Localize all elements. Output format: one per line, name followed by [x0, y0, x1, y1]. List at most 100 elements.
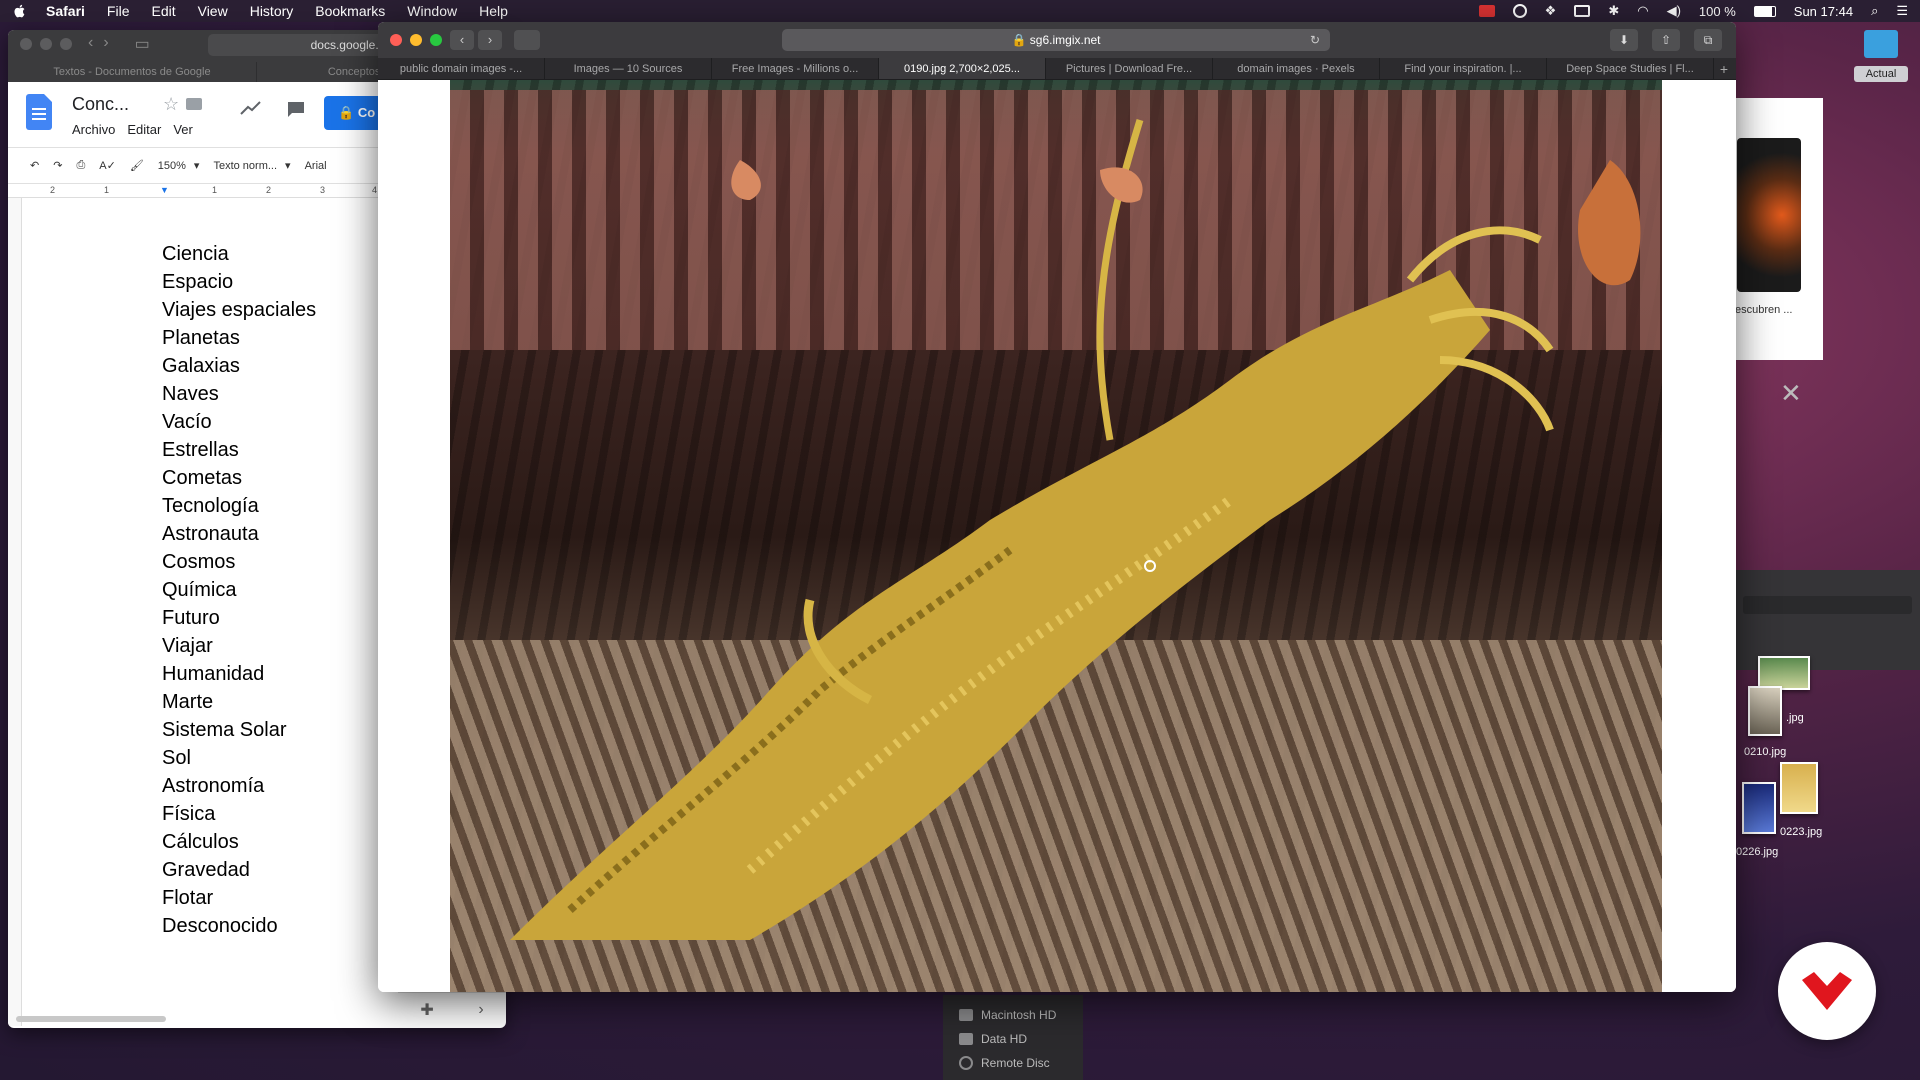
tab-free-images[interactable]: Free Images - Millions o... — [712, 58, 879, 79]
menu-history[interactable]: History — [250, 3, 294, 19]
minimize-button[interactable] — [410, 34, 422, 46]
finder-item-macintosh-hd[interactable]: Macintosh HD — [959, 1003, 1083, 1027]
sidebar-icon[interactable]: ▭ — [135, 34, 150, 54]
list-item[interactable]: Planetas — [162, 324, 316, 352]
desktop-file-label[interactable]: 0223.jpg — [1780, 826, 1822, 838]
menu-view[interactable]: View — [198, 3, 228, 19]
spotlight-icon[interactable]: ⌕ — [1871, 3, 1878, 19]
forward-icon[interactable]: › — [103, 34, 108, 54]
new-tab-button[interactable]: + — [1714, 58, 1734, 79]
battery-icon[interactable] — [1753, 5, 1776, 17]
menu-window[interactable]: Window — [407, 3, 457, 19]
horizontal-scrollbar[interactable] — [16, 1016, 166, 1022]
desktop-file-label[interactable]: .jpg — [1786, 712, 1804, 724]
close-button[interactable] — [390, 34, 402, 46]
back-icon[interactable]: ‹ — [88, 34, 93, 54]
airplay-icon[interactable] — [1574, 5, 1591, 17]
chevron-right-icon[interactable]: › — [478, 1001, 483, 1019]
redo-icon[interactable]: ↷ — [53, 159, 62, 172]
calendar-icon[interactable] — [1478, 5, 1495, 17]
list-item[interactable]: Química — [162, 576, 316, 604]
menu-edit[interactable]: Edit — [151, 3, 175, 19]
tab-domain-images-pexels[interactable]: domain images · Pexels — [1213, 58, 1380, 79]
volume-icon[interactable]: ◀) — [1667, 3, 1681, 19]
list-item[interactable]: Física — [162, 800, 316, 828]
share-button[interactable]: ⇧ — [1652, 29, 1680, 51]
paint-format-icon[interactable]: 🖌 — [130, 159, 144, 172]
address-bar[interactable]: 🔒 sg6.imgix.net ↻ — [782, 29, 1330, 51]
tab-textos[interactable]: Textos - Documentos de Google — [8, 62, 257, 82]
microscope-image[interactable] — [450, 80, 1662, 992]
explore-icon[interactable]: ✚ — [420, 1000, 433, 1020]
style-select[interactable]: Texto norm... ▾ — [213, 159, 290, 173]
list-item[interactable]: Vacío — [162, 408, 316, 436]
tab-images-10-sources[interactable]: Images — 10 Sources — [545, 58, 712, 79]
desktop-file-label[interactable]: 0210.jpg — [1744, 746, 1786, 758]
list-item[interactable]: Humanidad — [162, 660, 316, 688]
finder-item-remote-disc[interactable]: Remote Disc — [959, 1051, 1083, 1075]
menu-editar[interactable]: Editar — [127, 122, 161, 137]
activity-trend-icon[interactable] — [240, 100, 262, 116]
document-title[interactable]: Conc... — [72, 94, 129, 115]
list-item[interactable]: Viajes espaciales — [162, 296, 316, 324]
list-item[interactable]: Astronauta — [162, 520, 316, 548]
list-item[interactable]: Galaxias — [162, 352, 316, 380]
red-heart-badge[interactable] — [1778, 942, 1876, 1040]
list-item[interactable]: Sistema Solar — [162, 716, 316, 744]
list-item[interactable]: Viajar — [162, 632, 316, 660]
tabs-overview-button[interactable]: ⧉ — [1694, 29, 1722, 51]
apple-icon[interactable] — [12, 3, 28, 19]
desktop-file-thumb[interactable] — [1742, 782, 1776, 834]
finder-item-data-hd[interactable]: Data HD — [959, 1027, 1083, 1051]
tab-0190-jpg[interactable]: 0190.jpg 2,700×2,025... — [879, 58, 1046, 79]
list-item[interactable]: Cosmos — [162, 548, 316, 576]
desktop-folder-icon[interactable] — [1864, 30, 1898, 58]
menu-file[interactable]: File — [107, 3, 130, 19]
tab-deep-space-studies[interactable]: Deep Space Studies | Fl... — [1547, 58, 1714, 79]
comment-icon[interactable] — [286, 100, 306, 118]
list-item[interactable]: Flotar — [162, 884, 316, 912]
list-item[interactable]: Desconocido — [162, 912, 316, 940]
desktop-file-thumb[interactable] — [1780, 762, 1818, 814]
menu-ver[interactable]: Ver — [173, 122, 193, 137]
list-item[interactable]: Naves — [162, 380, 316, 408]
list-item[interactable]: Espacio — [162, 268, 316, 296]
list-item[interactable]: Gravedad — [162, 856, 316, 884]
tab-pictures-download[interactable]: Pictures | Download Fre... — [1046, 58, 1213, 79]
wifi-icon[interactable]: ◠ — [1637, 3, 1648, 19]
spellcheck-icon[interactable]: A✓ — [99, 159, 116, 172]
list-item[interactable]: Marte — [162, 688, 316, 716]
downloads-button[interactable]: ⬇ — [1610, 29, 1638, 51]
indent-marker-icon[interactable]: ▼ — [160, 185, 169, 195]
close-icon[interactable]: ✕ — [1780, 378, 1802, 409]
zoom-button[interactable] — [430, 34, 442, 46]
zoom-button[interactable] — [60, 38, 72, 50]
bluetooth-icon[interactable]: ✱ — [1608, 3, 1619, 19]
list-item[interactable]: Futuro — [162, 604, 316, 632]
list-item[interactable]: Estrellas — [162, 436, 316, 464]
menu-bookmarks[interactable]: Bookmarks — [315, 3, 385, 19]
list-item[interactable]: Cometas — [162, 464, 316, 492]
menu-help[interactable]: Help — [479, 3, 508, 19]
clock[interactable]: Sun 17:44 — [1794, 4, 1853, 19]
minimize-button[interactable] — [40, 38, 52, 50]
eye-thumbnail[interactable] — [1737, 138, 1801, 292]
dropbox-icon[interactable]: ❖ — [1545, 3, 1557, 19]
vertical-ruler[interactable] — [8, 198, 22, 1026]
menu-archivo[interactable]: Archivo — [72, 122, 115, 137]
forward-button[interactable]: › — [478, 30, 502, 50]
tab-find-your-inspiration[interactable]: Find your inspiration. |... — [1380, 58, 1547, 79]
list-item[interactable]: Astronomía — [162, 772, 316, 800]
desktop-file-thumb[interactable] — [1758, 656, 1810, 690]
thumbnail-caption[interactable]: escubren ... — [1735, 304, 1792, 316]
desktop-folder-label[interactable]: Actual — [1854, 66, 1908, 82]
folder-icon[interactable] — [186, 98, 202, 110]
notification-center-icon[interactable]: ☰ — [1896, 3, 1908, 19]
font-select[interactable]: Arial — [305, 160, 327, 172]
sidebar-toggle-button[interactable] — [514, 30, 540, 50]
print-icon[interactable]: ⎙ — [76, 159, 85, 172]
undo-icon[interactable]: ↶ — [30, 159, 39, 172]
document-word-list[interactable]: Ciencia Espacio Viajes espaciales Planet… — [162, 240, 316, 940]
list-item[interactable]: Ciencia — [162, 240, 316, 268]
battery-percent[interactable]: 100 % — [1699, 4, 1736, 19]
